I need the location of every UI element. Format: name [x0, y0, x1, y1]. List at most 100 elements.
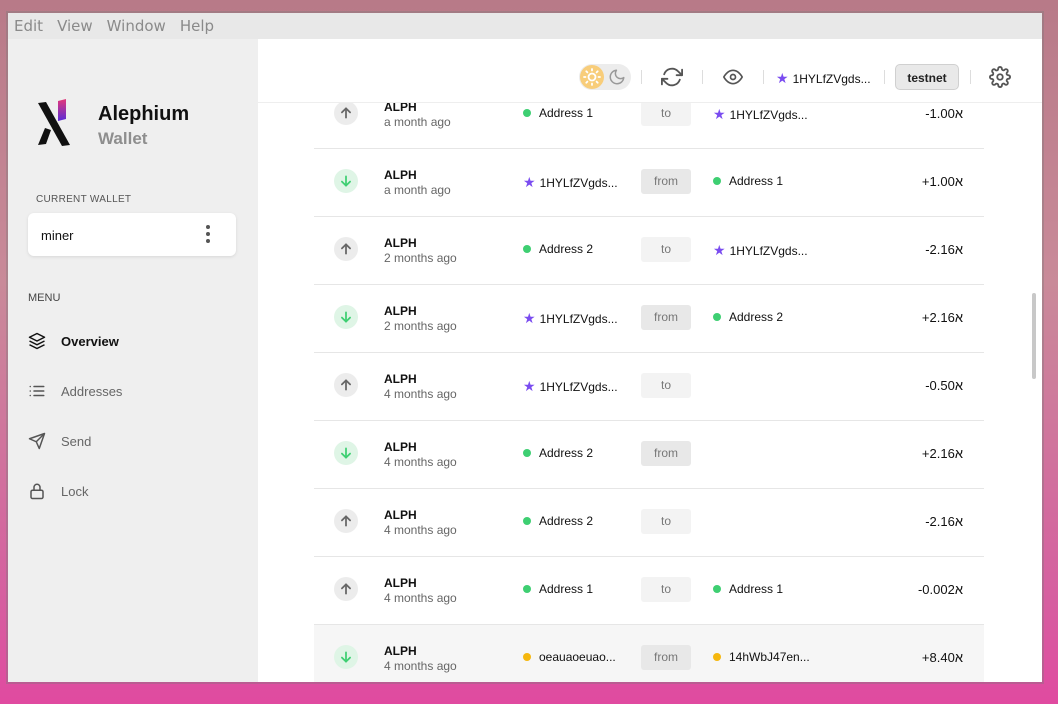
address-color-dot	[713, 653, 721, 661]
from-address-label: Address 1	[539, 582, 594, 596]
default-address-chip[interactable]: ★ 1HYLfZVgds...	[776, 70, 871, 87]
address-color-dot	[523, 585, 531, 593]
to-address: ★ 1HYLfZVgds...	[713, 106, 808, 123]
from-address-label: oeauaoeuao...	[539, 650, 616, 664]
transaction-amount: -0.50א	[925, 378, 963, 393]
address-color-dot	[713, 177, 721, 185]
arrow-up-icon	[334, 101, 358, 125]
star-icon: ★	[523, 174, 536, 190]
moon-icon[interactable]	[608, 68, 626, 86]
refresh-icon[interactable]	[661, 66, 683, 88]
from-address: Address 1	[523, 582, 593, 596]
asset-symbol: ALPH	[384, 508, 417, 522]
to-address: Address 1	[713, 582, 783, 596]
transaction-amount: -1.00א	[925, 106, 963, 121]
address-color-dot	[523, 449, 531, 457]
from-address-label: Address 1	[539, 106, 594, 120]
transaction-amount: -2.16א	[925, 242, 963, 257]
to-address: Address 1	[713, 174, 783, 188]
transaction-list: ALPH a month ago Address 1 to ★ 1HYLfZVgds...…	[314, 81, 984, 682]
app-name: Alephium	[98, 103, 190, 125]
menu-view[interactable]: View	[57, 17, 93, 35]
arrow-up-icon	[334, 373, 358, 397]
scrollbar[interactable]	[1032, 293, 1036, 379]
to-address-label: 1HYLfZVgds...	[729, 107, 808, 122]
star-icon: ★	[776, 70, 789, 86]
eye-icon[interactable]	[722, 67, 744, 87]
from-address: oeauaoeuao...	[523, 650, 616, 664]
nav-addresses-label: Addresses	[61, 383, 123, 399]
theme-toggle[interactable]	[579, 64, 631, 90]
transaction-row[interactable]: ALPH 4 months ago ★ 1HYLfZVgds... to -0.50א	[314, 353, 984, 421]
to-address-label: Address 1	[729, 174, 784, 188]
main-panel: ★ 1HYLfZVgds... testnet ALPH a month ago A…	[258, 39, 1042, 682]
divider	[702, 70, 703, 84]
menu-help[interactable]: Help	[180, 17, 214, 35]
arrow-down-icon	[334, 645, 358, 669]
sidebar: Alephium Wallet CURRENT WALLET miner MEN…	[8, 39, 258, 682]
address-color-dot	[523, 517, 531, 525]
direction-badge: to	[641, 577, 691, 602]
transaction-time: 4 months ago	[384, 659, 457, 673]
direction-badge: to	[641, 373, 691, 398]
direction-badge: to	[641, 237, 691, 262]
nav-send[interactable]: Send	[28, 426, 238, 456]
from-address: Address 2	[523, 514, 593, 528]
address-color-dot	[523, 109, 531, 117]
address-color-dot	[713, 585, 721, 593]
divider	[884, 70, 885, 84]
to-address-label: Address 2	[729, 310, 784, 324]
nav-send-label: Send	[61, 433, 92, 449]
arrow-down-icon	[334, 305, 358, 329]
asset-symbol: ALPH	[384, 168, 417, 182]
direction-badge: to	[641, 101, 691, 126]
star-icon: ★	[713, 242, 726, 258]
transaction-amount: +2.16א	[921, 446, 963, 461]
alephium-logo	[38, 99, 70, 146]
nav-addresses[interactable]: Addresses	[28, 376, 238, 406]
transaction-time: 4 months ago	[384, 455, 457, 469]
transaction-row[interactable]: ALPH 4 months ago Address 2 from +2.16א	[314, 421, 984, 489]
star-icon: ★	[523, 310, 536, 326]
transaction-row[interactable]: ALPH a month ago ★ 1HYLfZVgds... from Address…	[314, 149, 984, 217]
menu-label: MENU	[28, 292, 61, 304]
menu-edit[interactable]: Edit	[14, 17, 43, 35]
wallet-selector[interactable]: miner	[28, 213, 236, 256]
transaction-row[interactable]: ALPH 4 months ago Address 1 to Address 1 -0.0…	[314, 557, 984, 625]
app-window: Edit View Window Help Alephium Wallet CU…	[8, 13, 1042, 682]
transaction-row[interactable]: ALPH 4 months ago Address 2 to -2.16א	[314, 489, 984, 557]
divider	[970, 70, 971, 84]
transaction-amount: -2.16א	[925, 514, 963, 529]
transaction-amount: +2.16א	[921, 310, 963, 325]
asset-symbol: ALPH	[384, 644, 417, 658]
transaction-time: 2 months ago	[384, 251, 457, 265]
transaction-time: 4 months ago	[384, 387, 457, 401]
asset-symbol: ALPH	[384, 372, 417, 386]
nav-lock[interactable]: Lock	[28, 476, 238, 506]
more-vertical-icon[interactable]	[206, 225, 210, 245]
to-address: 14hWbJ47en...	[713, 650, 810, 664]
transaction-row[interactable]: ALPH 4 months ago oeauaoeuao... from 14hWbJ4…	[314, 625, 984, 682]
star-icon: ★	[523, 378, 536, 394]
arrow-up-icon	[334, 577, 358, 601]
network-button[interactable]: testnet	[895, 64, 959, 90]
sun-icon[interactable]	[580, 65, 604, 89]
transaction-row[interactable]: ALPH 2 months ago Address 2 to ★ 1HYLfZVgds..…	[314, 217, 984, 285]
to-address-label: Address 1	[729, 582, 784, 596]
to-address-label: 1HYLfZVgds...	[729, 243, 808, 258]
nav-overview[interactable]: Overview	[28, 326, 238, 356]
from-address-label: Address 2	[539, 514, 594, 528]
transaction-time: 2 months ago	[384, 319, 457, 333]
gear-icon[interactable]	[989, 66, 1011, 88]
transaction-row[interactable]: ALPH 2 months ago ★ 1HYLfZVgds... from Addres…	[314, 285, 984, 353]
from-address: Address 1	[523, 106, 593, 120]
from-address-label: Address 2	[539, 242, 594, 256]
menu-window[interactable]: Window	[107, 17, 166, 35]
transaction-amount: +8.40א	[921, 650, 963, 665]
from-address: ★ 1HYLfZVgds...	[523, 378, 618, 395]
nav-lock-label: Lock	[61, 483, 89, 499]
transaction-time: a month ago	[384, 183, 451, 197]
from-address-label: 1HYLfZVgds...	[539, 311, 618, 326]
arrow-up-icon	[334, 509, 358, 533]
transaction-amount: +1.00א	[921, 174, 963, 189]
